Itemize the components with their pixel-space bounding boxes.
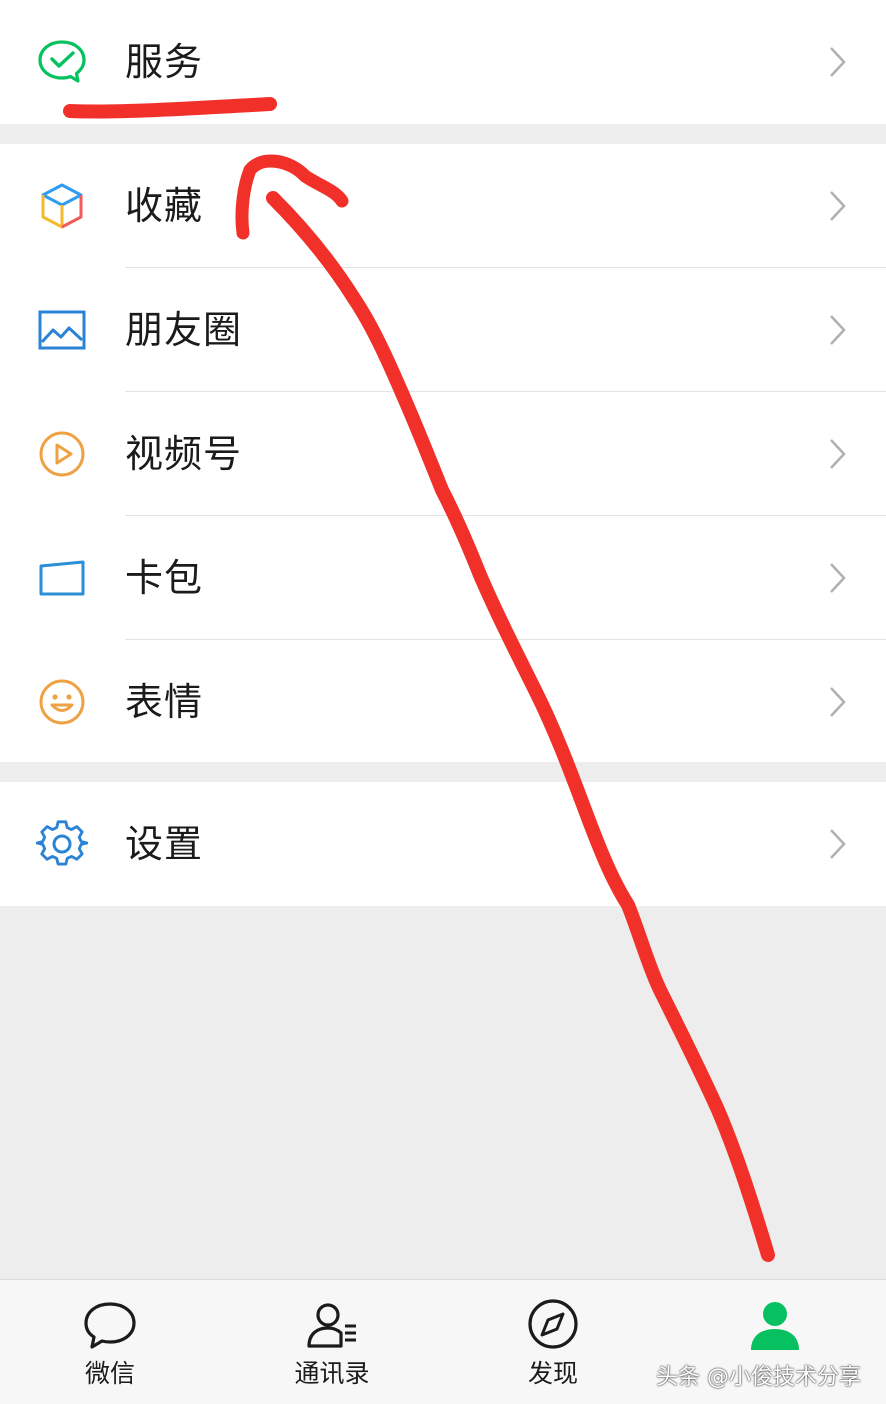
settings-row[interactable]: 设置 [0,782,886,906]
chevron-right-icon [830,439,846,469]
tab-chats-label: 微信 [84,1359,135,1388]
card-wallet-label: 卡包 [125,556,204,600]
channels-row[interactable]: 视频号 [0,392,886,516]
moments-row[interactable]: 朋友圈 [0,268,886,392]
tab-discover-label: 发现 [527,1359,578,1388]
favorites-row[interactable]: 收藏 [0,144,886,268]
contacts-icon [307,1303,356,1348]
chat-bubble-icon [84,1302,136,1349]
chevron-right-icon [830,47,846,77]
favorites-cube-icon [41,183,83,229]
tab-contacts-label: 通讯录 [294,1359,370,1388]
favorites-label: 收藏 [125,184,204,228]
settings-group: 设置 [0,782,886,906]
discover-items-group: 收藏 朋友圈 视频号 卡包 表情 [0,144,886,762]
tab-contacts[interactable]: 通讯录 [252,1280,412,1404]
wechat-pay-icon [38,40,86,83]
chevron-right-icon [830,687,846,717]
tab-discover[interactable]: 发现 [473,1280,633,1404]
person-icon [751,1302,799,1350]
gear-icon [36,820,88,866]
channels-label: 视频号 [125,432,243,476]
moments-picture-icon [38,310,86,350]
card-wallet-icon [39,560,85,596]
service-label: 服务 [125,40,204,84]
chevron-right-icon [830,829,846,859]
chevron-right-icon [830,563,846,593]
chevron-right-icon [830,315,846,345]
service-group: 服务 [0,0,886,124]
watermark: 头条 @小俊技术分享 [656,1365,861,1390]
compass-icon [528,1299,578,1349]
service-row[interactable]: 服务 [0,0,886,124]
sticker-smile-icon [39,679,85,725]
tab-chats[interactable]: 微信 [30,1280,190,1404]
chevron-right-icon [830,191,846,221]
stickers-label: 表情 [125,680,204,724]
moments-label: 朋友圈 [125,308,243,352]
channels-play-icon [39,431,85,477]
settings-label: 设置 [125,822,204,866]
card-wallet-row[interactable]: 卡包 [0,516,886,640]
stickers-row[interactable]: 表情 [0,640,886,764]
